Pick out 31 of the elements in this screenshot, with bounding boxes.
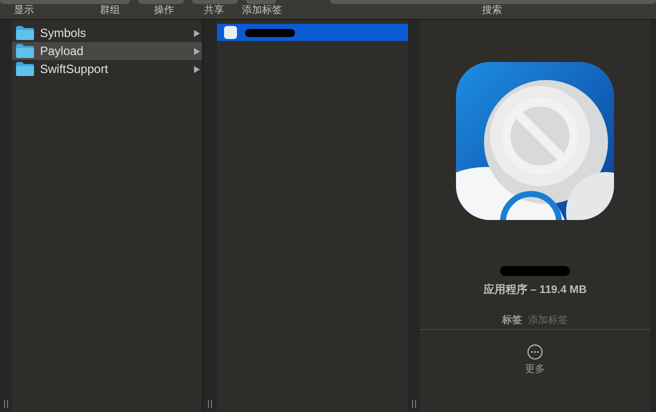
folder-row[interactable]: SwiftSupport (12, 60, 202, 78)
redaction-mark (245, 28, 295, 36)
file-row[interactable] (217, 24, 408, 41)
more-icon[interactable] (527, 344, 543, 360)
chevron-right-icon (194, 48, 200, 54)
toolbar-label: 添加标签 (242, 4, 283, 18)
toolbar-label: 搜索 (482, 4, 502, 18)
tags-label: 标签 (502, 314, 522, 326)
folder-row[interactable]: Payload (12, 42, 202, 60)
resize-handle-icon[interactable] (412, 400, 416, 408)
search-field-edge[interactable] (330, 0, 656, 4)
resize-handle-icon[interactable] (208, 400, 212, 408)
resize-handle-icon[interactable] (4, 400, 8, 408)
redaction-mark (500, 266, 570, 276)
app-icon (224, 26, 237, 39)
toolbar-label: 操作 (154, 4, 175, 18)
folder-name: Payload (40, 43, 84, 60)
file-kind-size: 应用程序 – 119.4 MB (483, 282, 587, 298)
toolbar-label: 群组 (100, 4, 121, 18)
toolbar-label: 共享 (204, 4, 225, 18)
chevron-right-icon (194, 30, 200, 36)
folder-icon (16, 62, 34, 76)
folder-name: SwiftSupport (40, 61, 110, 78)
folder-icon (16, 26, 34, 40)
folder-row[interactable]: Symbols (12, 24, 202, 42)
app-icon (456, 62, 614, 220)
chevron-right-icon (194, 66, 200, 72)
toolbar-label: 显示 (14, 4, 35, 18)
folder-name: Symbols (40, 25, 88, 42)
more-label[interactable]: 更多 (525, 362, 545, 376)
folder-icon (16, 44, 34, 58)
